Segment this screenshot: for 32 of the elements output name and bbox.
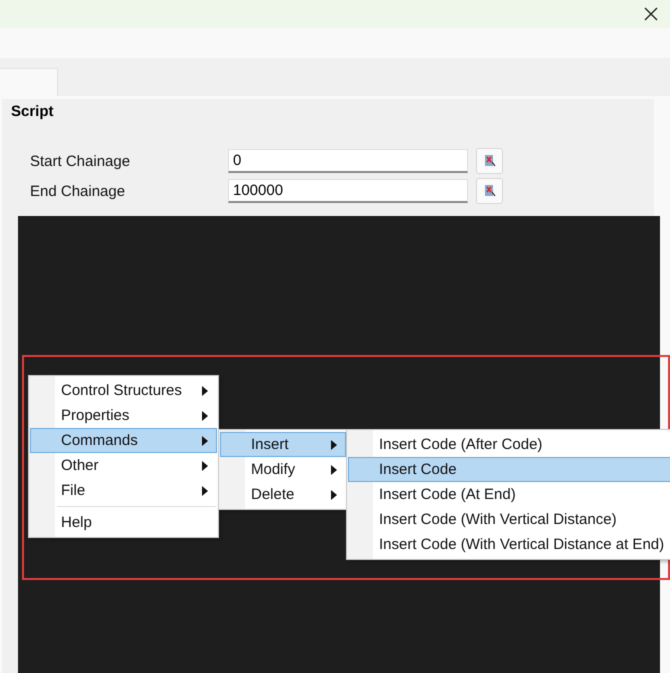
field-label: End Chainage [30,182,126,200]
pick-button[interactable] [476,178,503,204]
submenu-arrow-icon [202,386,208,396]
menu-item[interactable]: Modify [220,457,346,482]
menu-item[interactable]: Insert Code (At End) [348,482,670,507]
submenu-arrow-icon [331,464,337,474]
field-label: Start Chainage [30,152,132,170]
picker-icon [482,184,496,198]
submenu-arrow-icon [202,460,208,470]
menu-item[interactable]: Insert Code (After Code) [348,432,670,457]
menu-item[interactable]: Other [30,453,217,478]
submenu-arrow-icon [331,490,337,500]
submenu-arrow-icon [202,436,208,446]
menu-item[interactable]: File [30,478,217,503]
close-icon[interactable] [644,7,658,21]
picker-icon [482,154,496,168]
submenu-arrow-icon [331,440,337,450]
input-field[interactable]: 100000 [228,179,468,203]
menu-item[interactable]: Insert [220,432,346,457]
submenu-arrow-icon [202,486,208,496]
group-title: Script [11,103,55,122]
menu-item[interactable]: Insert Code [348,457,670,482]
menu-item[interactable]: Control Structures [30,378,217,403]
submenu-arrow-icon [202,410,208,420]
pick-button[interactable] [476,148,503,174]
menu-item[interactable]: Insert Code (With Vertical Distance) [348,507,670,532]
menu-item[interactable]: Commands [30,428,217,453]
menu-item[interactable]: Insert Code (With Vertical Distance at End) [348,532,670,557]
menu-item[interactable]: Help [30,510,217,535]
menu-item[interactable]: Delete [220,482,346,507]
input-field[interactable]: 0 [228,149,468,173]
menu-item[interactable]: Properties [30,403,217,428]
